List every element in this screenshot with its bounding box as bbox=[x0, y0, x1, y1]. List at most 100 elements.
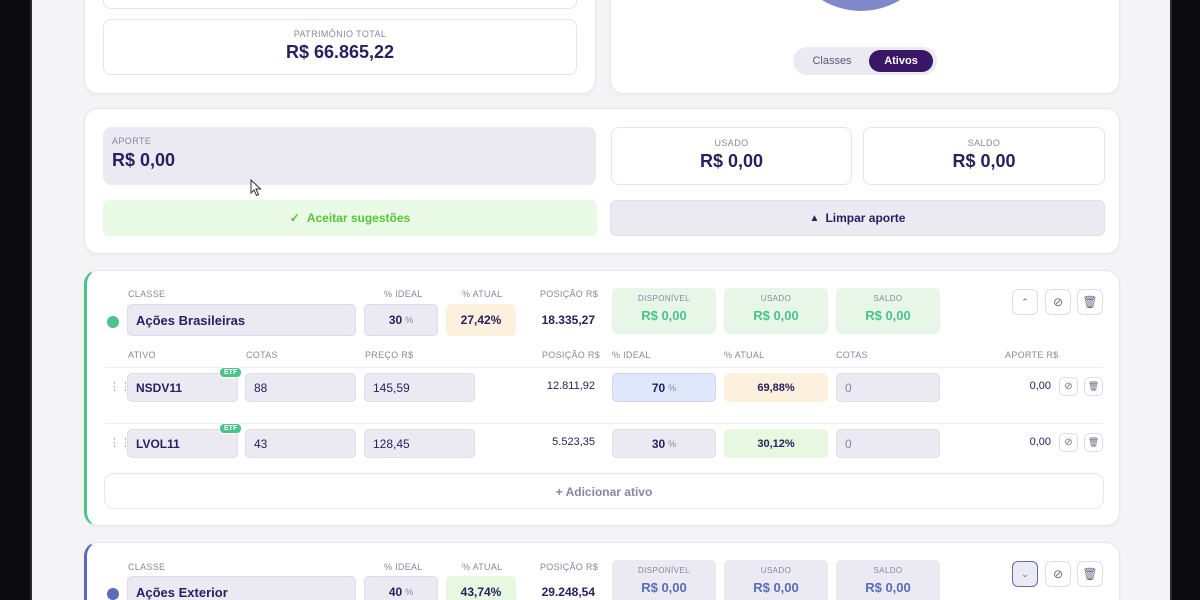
toggle-classes[interactable]: Classes bbox=[799, 47, 865, 75]
clear-aporte-button[interactable]: ▲ Limpar aporte bbox=[610, 200, 1105, 236]
ban-icon: ⊘ bbox=[1052, 295, 1064, 309]
patrimonio-box: PATRIMÔNIO TOTAL R$ 66.865,22 bbox=[103, 19, 577, 75]
delete-class-button[interactable]: 🗑 bbox=[1077, 289, 1103, 315]
asset-cotas-input[interactable]: 43 bbox=[245, 429, 356, 458]
view-toggle: Classes Ativos bbox=[793, 47, 937, 75]
cursor-icon bbox=[250, 178, 262, 197]
asset-preco: 128,45 bbox=[373, 436, 410, 451]
ban-icon: ⊘ bbox=[1052, 567, 1064, 581]
trash-icon: 🗑 bbox=[1082, 295, 1098, 309]
class-color-dot bbox=[107, 588, 119, 600]
class-ideal-input[interactable]: 40 % bbox=[364, 576, 438, 600]
classe-header: CLASSE bbox=[128, 562, 166, 572]
aporte-field[interactable]: APORTE R$ 0,00 bbox=[103, 127, 596, 185]
ban-icon: ⊘ bbox=[1064, 437, 1073, 448]
class-posicao-value: 18.335,27 bbox=[541, 313, 595, 327]
disponivel-value: R$ 0,00 bbox=[641, 580, 687, 595]
asset-atual-value: 30,12% bbox=[724, 429, 828, 458]
class-disponivel-box: DISPONÍVEL R$ 0,00 bbox=[612, 560, 716, 600]
aporte-label: APORTE bbox=[112, 136, 152, 146]
atual-header: % ATUAL bbox=[462, 289, 503, 299]
asset-cotas-aporte-input[interactable]: 0 bbox=[836, 429, 940, 458]
atual-col-header: % ATUAL bbox=[724, 350, 765, 360]
class-card-acoes-brasileiras: CLASSE Ações Brasileiras % IDEAL 30 % % … bbox=[84, 270, 1120, 526]
usado-value: R$ 0,00 bbox=[753, 308, 799, 323]
asset-preco: 145,59 bbox=[373, 380, 410, 395]
disponivel-label: DISPONÍVEL bbox=[637, 294, 690, 303]
disable-class-button[interactable]: ⊘ bbox=[1045, 289, 1071, 315]
class-name-input[interactable]: Ações Brasileiras bbox=[127, 304, 356, 336]
asset-cotas: 43 bbox=[254, 436, 268, 451]
broom-icon: ▲ bbox=[809, 212, 820, 224]
delete-asset-button[interactable]: 🗑 bbox=[1084, 433, 1103, 452]
asset-ideal-unit: % bbox=[668, 382, 677, 393]
class-name: Ações Exterior bbox=[136, 584, 228, 600]
asset-cotas-aporte: 0 bbox=[845, 436, 852, 451]
asset-ideal-input[interactable]: 30 % bbox=[612, 429, 716, 458]
etf-badge: ETF bbox=[219, 367, 243, 378]
ativo-col-header: ATIVO bbox=[128, 350, 156, 360]
chevron-down-icon: ⌄ bbox=[1021, 568, 1029, 579]
allocation-pie-chart bbox=[786, 0, 936, 11]
class-name-input[interactable]: Ações Exterior bbox=[127, 576, 356, 600]
posicao-col-header: POSIÇÃO R$ bbox=[542, 350, 601, 360]
class-ideal-unit: % bbox=[405, 315, 414, 325]
ideal-header: % IDEAL bbox=[384, 562, 423, 572]
posicao-header: POSIÇÃO R$ bbox=[540, 562, 599, 572]
disable-class-button[interactable]: ⊘ bbox=[1045, 561, 1071, 587]
asset-cotas-aporte: 0 bbox=[845, 380, 852, 395]
trash-icon: 🗑 bbox=[1087, 437, 1100, 447]
usado-value: R$ 0,00 bbox=[699, 151, 764, 171]
ideal-header: % IDEAL bbox=[384, 289, 423, 299]
toggle-ativos[interactable]: Ativos bbox=[869, 50, 933, 72]
trash-icon: 🗑 bbox=[1082, 567, 1098, 581]
class-ideal-input[interactable]: 30 % bbox=[364, 304, 438, 336]
disponivel-value: R$ 0,00 bbox=[641, 308, 687, 323]
accept-suggestions-button[interactable]: ✓ Aceitar sugestões bbox=[103, 200, 597, 236]
usado-label: USADO bbox=[760, 294, 792, 303]
class-ideal-value: 40 bbox=[388, 585, 403, 599]
disable-asset-button[interactable]: ⊘ bbox=[1059, 433, 1078, 452]
asset-ticker: LVOL11 bbox=[136, 436, 180, 451]
posicao-header: POSIÇÃO R$ bbox=[540, 289, 599, 299]
ideal-col-header: % IDEAL bbox=[612, 350, 651, 360]
app-window: PATRIMÔNIO TOTAL R$ 66.865,22 Classes At… bbox=[30, 0, 1172, 600]
saldo-value: R$ 0,00 bbox=[952, 151, 1016, 171]
asset-cotas-aporte-input[interactable]: 0 bbox=[836, 373, 940, 402]
asset-ideal-value: 70 bbox=[651, 380, 666, 395]
aporte-col-header: APORTE R$ bbox=[1005, 350, 1059, 360]
collapse-button[interactable]: ⌃ bbox=[1012, 289, 1038, 315]
asset-ideal-input[interactable]: 70 % bbox=[612, 373, 716, 402]
preco-col-header: PREÇO R$ bbox=[365, 350, 414, 360]
ban-icon: ⊘ bbox=[1064, 381, 1073, 392]
class-name: Ações Brasileiras bbox=[136, 312, 246, 328]
class-usado-box: USADO R$ 0,00 bbox=[724, 288, 828, 334]
class-atual-value: 27,42% bbox=[446, 304, 516, 336]
patrimonio-label: PATRIMÔNIO TOTAL bbox=[293, 29, 387, 39]
delete-asset-button[interactable]: 🗑 bbox=[1084, 377, 1103, 396]
asset-ideal-value: 30 bbox=[651, 436, 666, 451]
disable-asset-button[interactable]: ⊘ bbox=[1059, 377, 1078, 396]
usado-label: USADO bbox=[714, 138, 749, 148]
etf-badge: ETF bbox=[219, 423, 243, 434]
asset-preco-input[interactable]: 145,59 bbox=[364, 373, 475, 402]
asset-aporte: 0,00 bbox=[1029, 436, 1051, 448]
class-ideal-value: 30 bbox=[388, 313, 403, 327]
asset-preco-input[interactable]: 128,45 bbox=[364, 429, 475, 458]
asset-posicao: 12.811,92 bbox=[546, 380, 595, 392]
add-asset-button[interactable]: + Adicionar ativo bbox=[104, 473, 1104, 509]
class-saldo-box: SALDO R$ 0,00 bbox=[836, 560, 940, 600]
cotas-col-header: COTAS bbox=[246, 350, 278, 360]
check-icon: ✓ bbox=[289, 211, 300, 225]
delete-class-button[interactable]: 🗑 bbox=[1077, 561, 1103, 587]
class-atual-value: 43,74% bbox=[446, 576, 516, 600]
row-divider bbox=[105, 423, 1103, 424]
class-card-acoes-exterior: CLASSE Ações Exterior % IDEAL 40 % % ATU… bbox=[84, 542, 1120, 600]
asset-cotas-input[interactable]: 88 bbox=[245, 373, 356, 402]
classe-header: CLASSE bbox=[128, 289, 166, 299]
saldo-label: SALDO bbox=[873, 294, 903, 303]
asset-cotas: 88 bbox=[254, 380, 268, 395]
saldo-value: R$ 0,00 bbox=[865, 580, 911, 595]
expand-button[interactable]: ⌄ bbox=[1012, 561, 1038, 587]
clear-label: Limpar aporte bbox=[825, 211, 906, 225]
